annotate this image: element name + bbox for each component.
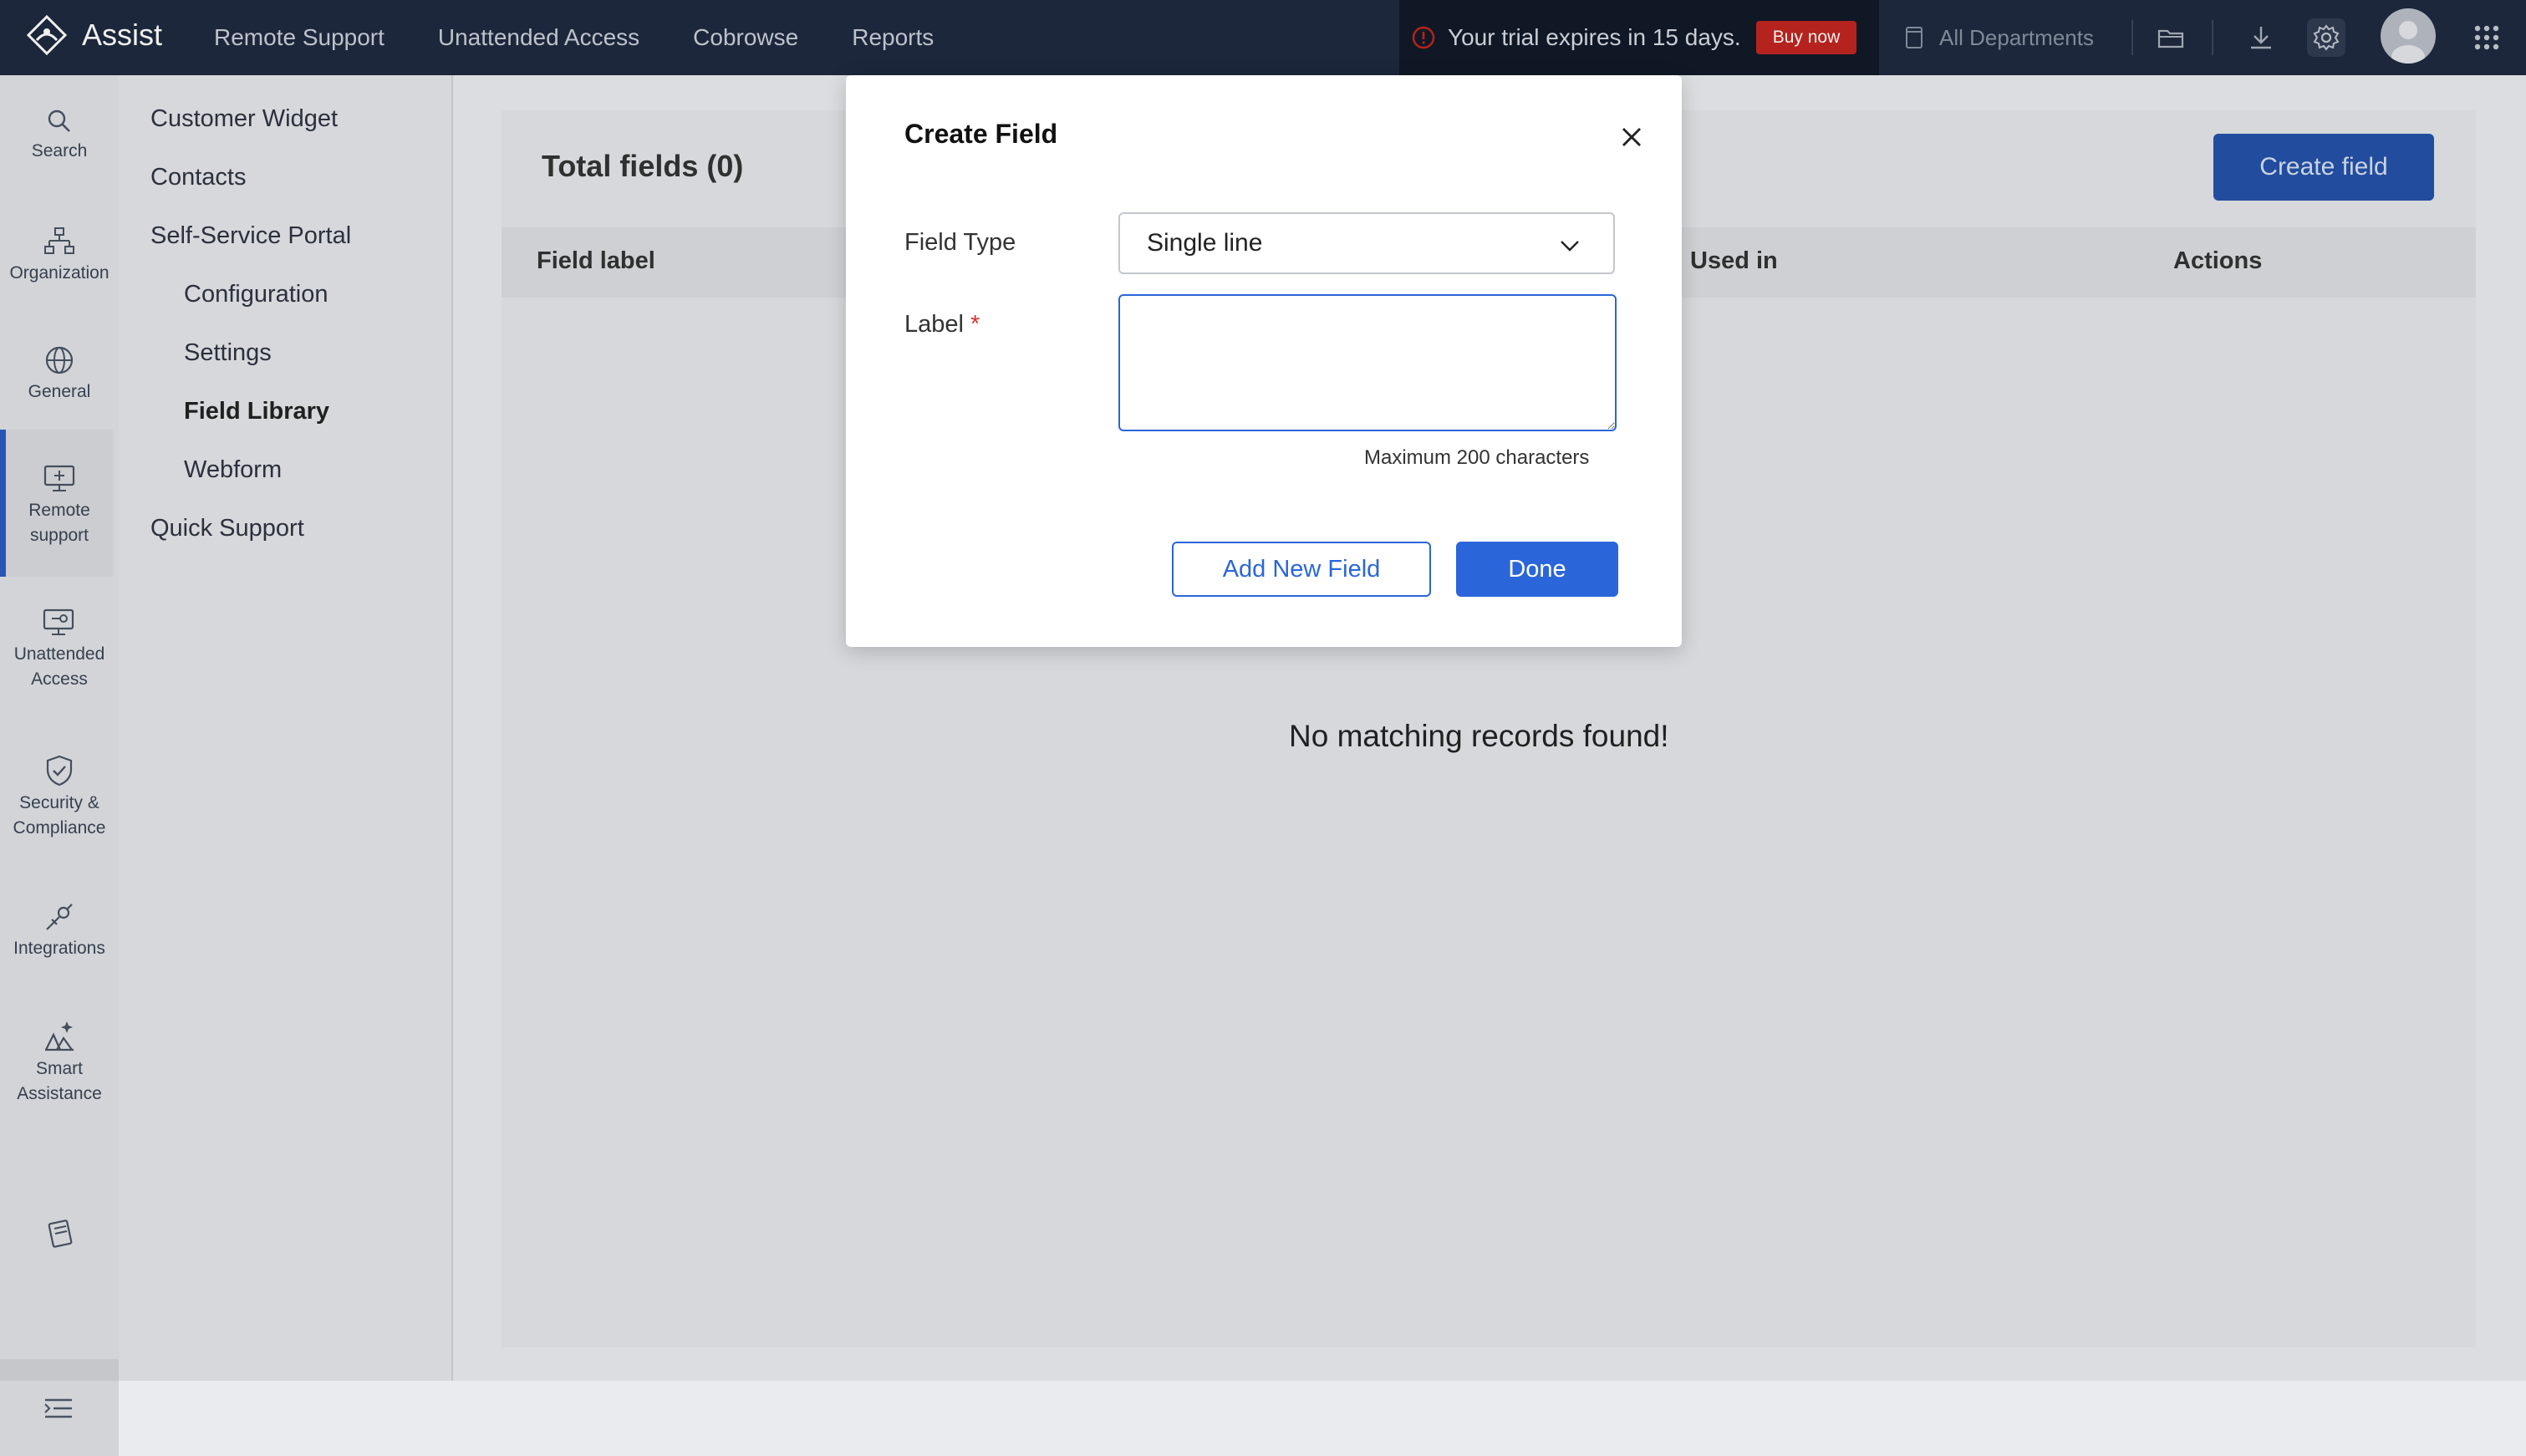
required-marker: * (970, 311, 980, 338)
collapse-menu-icon (44, 1398, 72, 1418)
label-field-label: Label * (904, 311, 980, 339)
field-type-value: Single line (1147, 229, 1263, 257)
dialog-title: Create Field (904, 119, 1058, 149)
close-icon (1622, 128, 1641, 146)
create-field-dialog: Create Field Field Type Single line Labe… (846, 75, 1682, 647)
character-limit-hint: Maximum 200 characters (1364, 446, 1590, 469)
field-type-label: Field Type (904, 229, 1016, 256)
field-type-select[interactable]: Single line (1118, 212, 1615, 274)
collapse-menu-button[interactable] (43, 1396, 74, 1425)
done-button[interactable]: Done (1456, 542, 1618, 597)
label-field-text: Label (904, 311, 964, 338)
close-button[interactable] (1615, 120, 1648, 154)
chevron-down-icon (1561, 241, 1579, 252)
label-input[interactable] (1118, 294, 1617, 431)
add-new-field-button[interactable]: Add New Field (1172, 542, 1431, 597)
